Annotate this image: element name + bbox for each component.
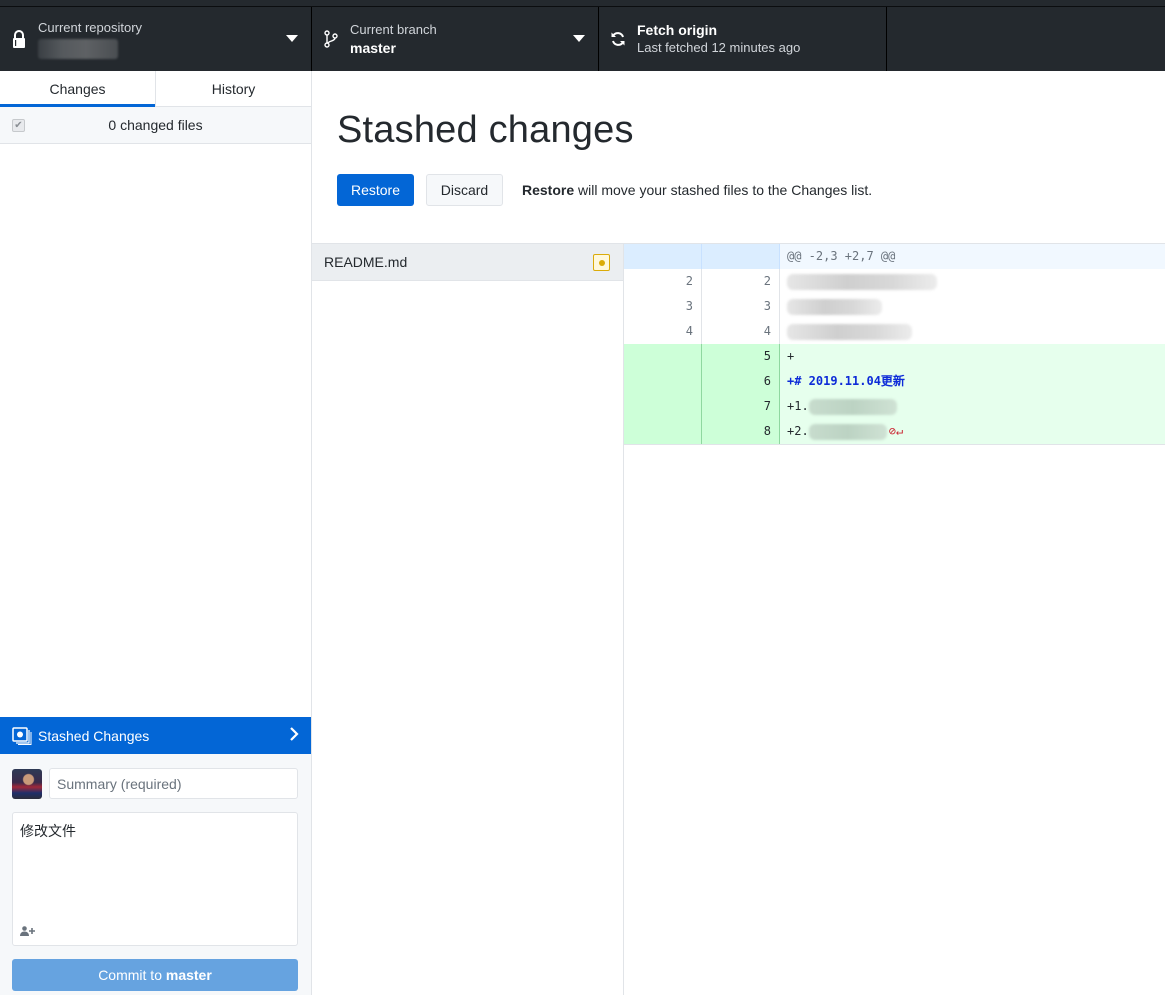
- commit-button-branch: master: [165, 967, 212, 983]
- restore-note-text: will move your stashed files to the Chan…: [574, 182, 873, 198]
- diff-line[interactable]: 7 +1.: [624, 394, 1165, 419]
- stashed-file-list: README.md: [312, 243, 624, 995]
- repository-label: Current repository: [38, 20, 143, 35]
- fetch-status: Last fetched 12 minutes ago: [637, 40, 801, 55]
- stash-icon: [12, 726, 32, 745]
- new-line-number: 7: [702, 394, 780, 419]
- old-line-number: [624, 394, 702, 419]
- description-box: 修改文件: [12, 812, 298, 946]
- file-name: README.md: [324, 254, 408, 270]
- old-line-number: [624, 344, 702, 369]
- redacted-text: [808, 423, 887, 440]
- changed-files-count: 0 changed files: [108, 117, 203, 133]
- tab-changes[interactable]: Changes: [0, 71, 155, 107]
- diff-line-prefix: +2.: [787, 424, 809, 438]
- new-line-number: 8: [702, 419, 780, 444]
- stashed-changes-button[interactable]: Stashed Changes: [0, 717, 311, 754]
- redacted-text: [787, 298, 882, 315]
- file-item-readme[interactable]: README.md: [312, 244, 623, 281]
- caret-down-icon: [573, 35, 585, 42]
- diff-line-content: +# 2019.11.04更新: [787, 374, 905, 388]
- branch-name: master: [350, 40, 396, 56]
- restore-note-bold: Restore: [522, 182, 575, 198]
- select-all-checkbox[interactable]: ✔: [12, 119, 25, 132]
- new-line-number: 5: [702, 344, 780, 369]
- restore-note: Restore will move your stashed files to …: [522, 182, 872, 198]
- diff-line-content: [780, 319, 1165, 344]
- description-textarea[interactable]: 修改文件: [13, 813, 297, 913]
- sidebar: Changes History ✔ 0 changed files Stashe…: [0, 71, 312, 995]
- stashed-changes-view: Stashed changes Restore Discard Restore …: [312, 71, 1165, 995]
- new-line-number: 3: [702, 294, 780, 319]
- page-title: Stashed changes: [337, 109, 634, 151]
- no-newline-icon: ⊘↵: [888, 424, 904, 438]
- redacted-text: [808, 398, 897, 415]
- new-line-number: 6: [702, 369, 780, 394]
- new-line-number: 4: [702, 319, 780, 344]
- lock-icon: [0, 29, 38, 49]
- current-repository-button[interactable]: Current repository: [0, 7, 312, 71]
- diff-line[interactable]: 8 +2. ⊘↵: [624, 419, 1165, 444]
- diff-view: @@ -2,3 +2,7 @@ 2 2 3 3 4 4 5 + 6 +# 201…: [624, 243, 1165, 445]
- repository-name-redacted: [38, 39, 118, 59]
- old-line-number: [624, 369, 702, 394]
- commit-button-prefix: Commit to: [98, 967, 166, 983]
- commit-form: 修改文件 Commit to master: [0, 754, 311, 995]
- diff-line[interactable]: 4 4: [624, 319, 1165, 344]
- new-line-number: [702, 244, 780, 269]
- restore-button[interactable]: Restore: [337, 174, 414, 206]
- sidebar-tabs: Changes History: [0, 71, 311, 107]
- diff-line[interactable]: 5 +: [624, 344, 1165, 369]
- diff-line-content: [780, 294, 1165, 319]
- diff-line[interactable]: 6 +# 2019.11.04更新: [624, 369, 1165, 394]
- current-branch-button[interactable]: Current branch master: [312, 7, 599, 71]
- discard-button[interactable]: Discard: [426, 174, 503, 206]
- new-line-number: 2: [702, 269, 780, 294]
- diff-line-prefix: +1.: [787, 399, 809, 413]
- diff-line-content: +: [787, 349, 795, 363]
- old-line-number: 2: [624, 269, 702, 294]
- diff-end-divider: [624, 444, 1165, 445]
- old-line-number: [624, 244, 702, 269]
- old-line-number: 4: [624, 319, 702, 344]
- stashed-changes-label: Stashed Changes: [38, 727, 150, 744]
- chevron-right-icon: [289, 726, 299, 745]
- sync-icon: [599, 31, 637, 47]
- git-branch-icon: [312, 30, 350, 48]
- redacted-text: [787, 323, 912, 340]
- diff-hunk-header: @@ -2,3 +2,7 @@: [624, 244, 1165, 269]
- caret-down-icon: [286, 35, 298, 42]
- diff-line[interactable]: 2 2: [624, 269, 1165, 294]
- diff-line-content: +1.: [780, 394, 1165, 419]
- commit-button[interactable]: Commit to master: [12, 959, 298, 991]
- avatar: [12, 769, 42, 799]
- fetch-origin-button[interactable]: Fetch origin Last fetched 12 minutes ago: [599, 7, 887, 71]
- fetch-label: Fetch origin: [637, 22, 718, 38]
- redacted-text: [787, 273, 937, 290]
- diff-line-content: [780, 269, 1165, 294]
- file-modified-icon: [593, 254, 610, 271]
- diff-line-content: +2. ⊘↵: [780, 419, 1165, 444]
- hunk-header-text: @@ -2,3 +2,7 @@: [787, 249, 896, 263]
- title-bar: [0, 0, 1165, 7]
- summary-input[interactable]: [49, 768, 298, 799]
- branch-label: Current branch: [350, 22, 437, 37]
- diff-line[interactable]: 3 3: [624, 294, 1165, 319]
- old-line-number: [624, 419, 702, 444]
- tab-history[interactable]: History: [155, 71, 311, 106]
- toolbar: Current repository Current branch master…: [0, 7, 1165, 71]
- old-line-number: 3: [624, 294, 702, 319]
- changes-header: ✔ 0 changed files: [0, 107, 311, 144]
- add-coauthor-icon[interactable]: [20, 926, 36, 936]
